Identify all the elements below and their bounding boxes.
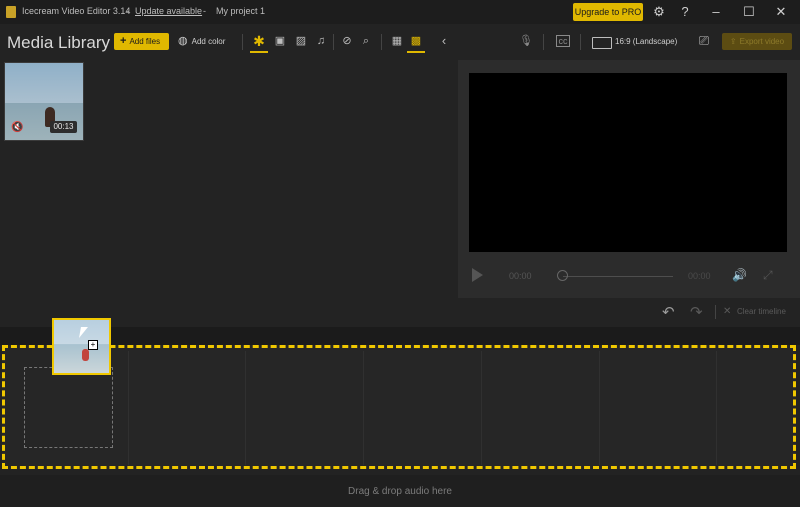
active-filter-underline <box>250 51 268 53</box>
aspect-ratio-label[interactable]: 16:9 (Landscape) <box>615 37 677 46</box>
captions-icon[interactable]: cc <box>556 35 570 47</box>
clear-icon[interactable]: ✕ <box>723 306 731 317</box>
seek-bar[interactable] <box>563 276 673 277</box>
title-separator: - <box>203 6 206 16</box>
total-time: 00:00 <box>688 271 711 281</box>
video-drop-zone[interactable] <box>2 345 796 469</box>
copy-plus-icon: + <box>88 340 98 350</box>
music-icon[interactable]: ♫ <box>314 34 328 48</box>
export-video-label: Export video <box>739 37 785 46</box>
title-bar: Icecream Video Editor 3.14 - Update avai… <box>0 0 800 24</box>
thumbnail-person <box>82 349 89 361</box>
active-view-underline <box>407 51 425 53</box>
track-divider <box>481 351 482 465</box>
add-files-label: Add files <box>129 37 161 46</box>
toolbar-divider <box>381 34 382 50</box>
track-divider <box>716 351 717 465</box>
toolbar-divider <box>242 34 243 50</box>
maximize-icon[interactable]: ☐ <box>739 4 759 20</box>
video-preview <box>469 73 787 252</box>
help-icon[interactable]: ? <box>675 4 695 19</box>
close-icon[interactable]: ✕ <box>771 4 791 20</box>
search-icon[interactable]: ⌕ <box>359 34 373 48</box>
microphone-icon[interactable]: 🎙 <box>519 34 533 48</box>
update-available-link[interactable]: Update available <box>135 6 202 16</box>
seek-handle[interactable] <box>557 270 568 281</box>
aspect-ratio-icon[interactable] <box>592 37 612 49</box>
toolbar-divider <box>715 305 716 319</box>
toolbar-divider <box>580 34 581 50</box>
star-icon[interactable]: ✱ <box>252 34 266 48</box>
add-color-button[interactable]: ◍ Add color <box>178 34 225 47</box>
export-video-button[interactable]: ⇪ Export video <box>722 33 792 50</box>
timeline-ruler <box>0 327 800 345</box>
muted-speaker-icon: 🔇 <box>11 122 24 133</box>
clip-duration: 00:13 <box>50 121 77 133</box>
track-divider <box>599 351 600 465</box>
zoom-icon[interactable]: ⊘ <box>340 34 354 48</box>
image-icon[interactable]: ▨ <box>294 34 308 48</box>
volume-icon[interactable]: 🔊 <box>732 268 747 282</box>
add-color-label: Add color <box>191 37 226 46</box>
export-icon: ⇪ <box>729 37 737 46</box>
camera-icon[interactable]: ⎚ <box>697 34 711 48</box>
media-library-title: Media Library <box>7 33 110 52</box>
palette-icon: ◍ <box>178 35 188 47</box>
thumbnail-sky <box>5 63 83 103</box>
project-name: My project 1 <box>216 6 266 16</box>
settings-icon[interactable]: ⚙ <box>649 4 669 20</box>
drop-placeholder <box>24 367 113 448</box>
clear-timeline-button[interactable]: Clear timeline <box>737 307 786 316</box>
audio-drop-label: Drag & drop audio here <box>348 486 452 497</box>
track-divider <box>245 351 246 465</box>
current-time: 00:00 <box>509 271 532 281</box>
toolbar-divider <box>543 34 544 50</box>
minimize-icon[interactable]: – <box>706 4 726 19</box>
app-title: Icecream Video Editor 3.14 <box>22 6 131 16</box>
toolbar-divider <box>333 34 334 50</box>
play-icon[interactable] <box>472 268 483 282</box>
plus-icon: + <box>120 35 127 47</box>
grid-small-icon[interactable]: ▩ <box>409 34 423 48</box>
collapse-icon[interactable]: ‹ <box>437 34 451 48</box>
toolbar: Media Library + Add files ◍ Add color ✱ ▣ … <box>0 24 800 60</box>
title-separator: - <box>126 6 129 16</box>
video-icon[interactable]: ▣ <box>273 34 287 48</box>
grid-large-icon[interactable]: ▦ <box>390 34 404 48</box>
track-divider <box>363 351 364 465</box>
upgrade-to-pro-button[interactable]: Upgrade to PRO <box>573 3 643 21</box>
app-logo-icon <box>6 6 16 18</box>
undo-icon[interactable]: ↶ <box>662 303 675 321</box>
redo-icon[interactable]: ↷ <box>690 303 703 321</box>
media-library-item[interactable]: 🔇 00:13 <box>4 62 84 141</box>
add-files-button[interactable]: + Add files <box>114 33 169 50</box>
fullscreen-icon[interactable]: ⤢ <box>763 268 773 283</box>
track-divider <box>128 351 129 465</box>
